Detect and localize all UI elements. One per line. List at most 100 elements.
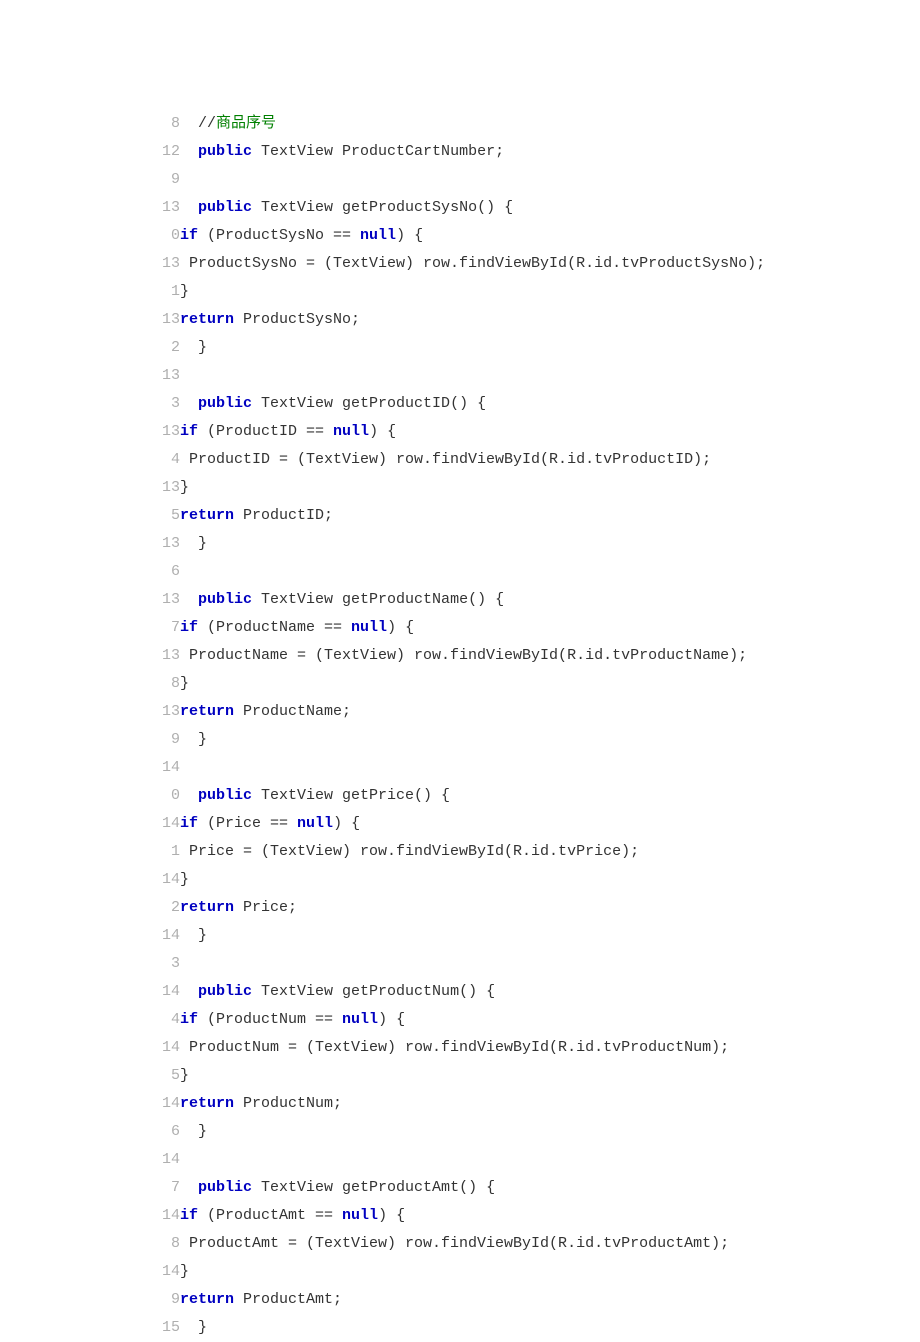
keyword-token: public xyxy=(198,199,252,216)
code-line: 3 xyxy=(148,950,920,978)
code-content: return ProductSysNo; xyxy=(180,311,360,328)
line-number: 4 xyxy=(148,446,180,474)
code-content: ProductName = (TextView) row.findViewByI… xyxy=(180,647,747,664)
line-number: 13 xyxy=(148,698,180,726)
text-token: TextView getProductSysNo() { xyxy=(252,199,513,216)
code-content: if (ProductAmt == null) { xyxy=(180,1207,405,1224)
text-token: ProductID = (TextView) row.findViewById(… xyxy=(180,451,711,468)
keyword-token: return xyxy=(180,1095,234,1112)
text-token: } xyxy=(180,1319,207,1336)
text-token xyxy=(180,787,198,804)
code-page: 8 //商品序号12 public TextView ProductCartNu… xyxy=(0,0,920,1342)
code-line: 4 ProductID = (TextView) row.findViewByI… xyxy=(148,446,920,474)
code-content: return ProductAmt; xyxy=(180,1291,342,1308)
text-token: TextView getProductNum() { xyxy=(252,983,495,1000)
code-content: } xyxy=(180,479,189,496)
code-line: 1} xyxy=(148,278,920,306)
code-content: public TextView getProductSysNo() { xyxy=(180,199,513,216)
keyword-token: null xyxy=(297,815,333,832)
code-line: 13return ProductName; xyxy=(148,698,920,726)
text-token: } xyxy=(180,1123,207,1140)
text-token: ProductSysNo = (TextView) row.findViewBy… xyxy=(180,255,765,272)
keyword-token: return xyxy=(180,1291,234,1308)
text-token: ProductNum; xyxy=(234,1095,342,1112)
text-token: } xyxy=(180,283,189,300)
line-number: 13 xyxy=(148,474,180,502)
text-token: ) { xyxy=(387,619,414,636)
code-line: 13 public TextView getProductSysNo() { xyxy=(148,194,920,222)
code-content: ProductSysNo = (TextView) row.findViewBy… xyxy=(180,255,765,272)
line-number: 13 xyxy=(148,530,180,558)
code-content: if (ProductName == null) { xyxy=(180,619,414,636)
line-number: 13 xyxy=(148,362,180,390)
text-token: TextView getPrice() { xyxy=(252,787,450,804)
code-line: 14if (Price == null) { xyxy=(148,810,920,838)
text-token: } xyxy=(180,927,207,944)
code-block: 8 //商品序号12 public TextView ProductCartNu… xyxy=(148,110,920,1342)
text-token xyxy=(180,1179,198,1196)
code-line: 13} xyxy=(148,474,920,502)
text-token: ) { xyxy=(378,1011,405,1028)
line-number: 9 xyxy=(148,166,180,194)
text-token: (ProductSysNo == xyxy=(198,227,360,244)
code-content: if (ProductSysNo == null) { xyxy=(180,227,423,244)
code-line: 6 } xyxy=(148,1118,920,1146)
code-line: 14 xyxy=(148,754,920,782)
text-token: TextView ProductCartNumber; xyxy=(252,143,504,160)
line-number: 3 xyxy=(148,390,180,418)
code-content: return ProductNum; xyxy=(180,1095,342,1112)
line-number: 0 xyxy=(148,782,180,810)
code-line: 9return ProductAmt; xyxy=(148,1286,920,1314)
code-line: 6 xyxy=(148,558,920,586)
text-token xyxy=(180,591,198,608)
keyword-token: if xyxy=(180,423,198,440)
line-number: 1 xyxy=(148,278,180,306)
text-token: ProductID; xyxy=(234,507,333,524)
text-token: ) { xyxy=(369,423,396,440)
text-token: (Price == xyxy=(198,815,297,832)
text-token: ) { xyxy=(333,815,360,832)
line-number: 0 xyxy=(148,222,180,250)
text-token: Price = (TextView) row.findViewById(R.id… xyxy=(180,843,639,860)
code-line: 13 ProductName = (TextView) row.findView… xyxy=(148,642,920,670)
code-content: public TextView getProductNum() { xyxy=(180,983,495,1000)
code-content: public TextView getPrice() { xyxy=(180,787,450,804)
code-line: 2 } xyxy=(148,334,920,362)
keyword-token: null xyxy=(351,619,387,636)
text-token xyxy=(180,983,198,1000)
text-token: ProductName = (TextView) row.findViewByI… xyxy=(180,647,747,664)
text-token: ProductAmt = (TextView) row.findViewById… xyxy=(180,1235,729,1252)
code-content: } xyxy=(180,283,189,300)
code-content: Price = (TextView) row.findViewById(R.id… xyxy=(180,843,639,860)
code-content: return Price; xyxy=(180,899,297,916)
line-number: 14 xyxy=(148,810,180,838)
text-token: Price; xyxy=(234,899,297,916)
code-line: 13 public TextView getProductName() { xyxy=(148,586,920,614)
keyword-token: if xyxy=(180,1207,198,1224)
line-number: 14 xyxy=(148,978,180,1006)
code-line: 15 } xyxy=(148,1314,920,1342)
text-token: (ProductName == xyxy=(198,619,351,636)
code-line: 1 Price = (TextView) row.findViewById(R.… xyxy=(148,838,920,866)
keyword-token: public xyxy=(198,983,252,1000)
code-content: } xyxy=(180,1123,207,1140)
keyword-token: if xyxy=(180,815,198,832)
line-number: 14 xyxy=(148,1202,180,1230)
code-line: 5return ProductID; xyxy=(148,502,920,530)
code-line: 8 //商品序号 xyxy=(148,110,920,138)
code-line: 13 } xyxy=(148,530,920,558)
code-content: if (ProductNum == null) { xyxy=(180,1011,405,1028)
code-content: } xyxy=(180,731,207,748)
keyword-token: if xyxy=(180,1011,198,1028)
code-content: } xyxy=(180,535,207,552)
line-number: 14 xyxy=(148,1034,180,1062)
line-number: 14 xyxy=(148,754,180,782)
code-content: } xyxy=(180,1263,189,1280)
code-line: 14return ProductNum; xyxy=(148,1090,920,1118)
code-line: 14 ProductNum = (TextView) row.findViewB… xyxy=(148,1034,920,1062)
line-number: 13 xyxy=(148,194,180,222)
keyword-token: public xyxy=(198,591,252,608)
code-line: 13if (ProductID == null) { xyxy=(148,418,920,446)
keyword-token: if xyxy=(180,619,198,636)
keyword-token: if xyxy=(180,227,198,244)
